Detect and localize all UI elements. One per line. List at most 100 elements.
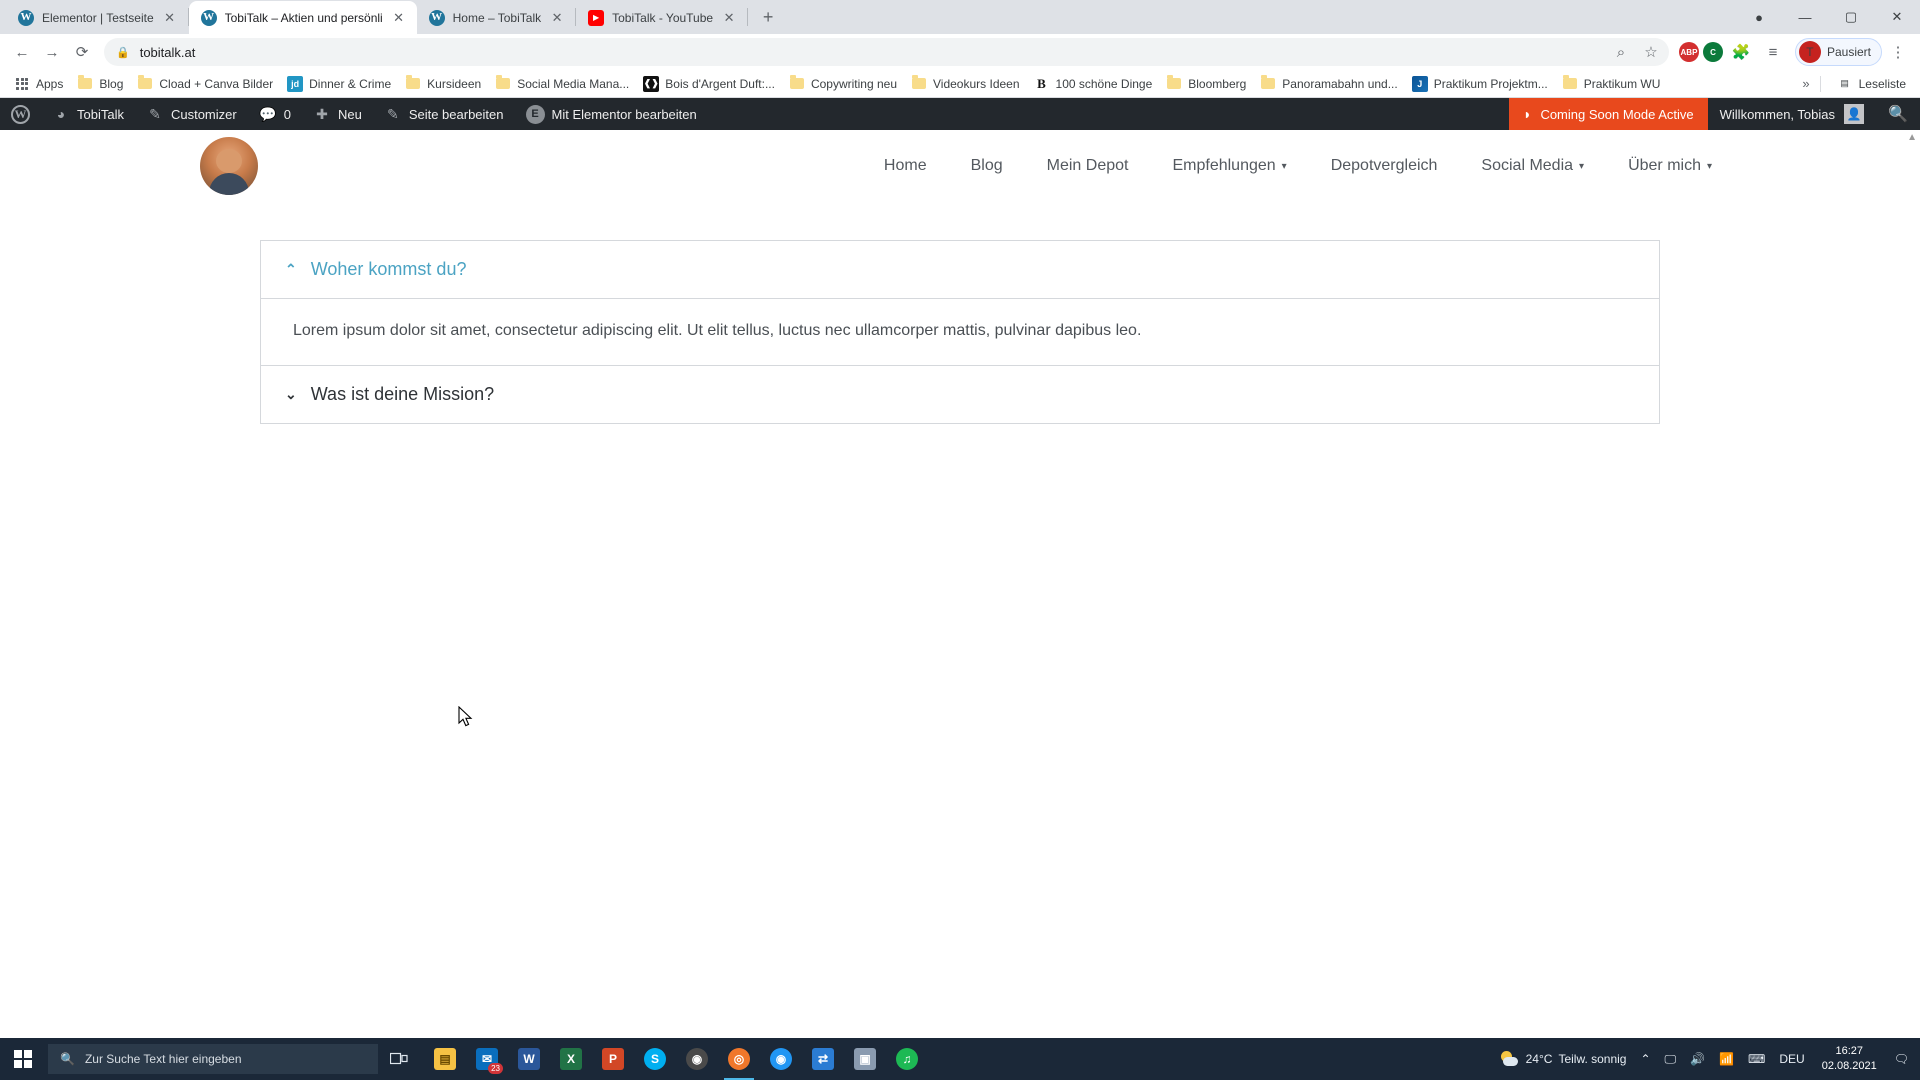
window-controls: ● — ▢ ✕: [1736, 0, 1920, 34]
weather-widget[interactable]: 24°C Teilw. sonnig: [1493, 1038, 1634, 1080]
taskbar-search-input[interactable]: 🔍 Zur Suche Text hier eingeben: [48, 1044, 378, 1074]
scrollbar-up-arrow[interactable]: ▲: [1907, 132, 1917, 143]
bookmark-item[interactable]: Social Media Mana...: [489, 73, 635, 95]
window-extra-icon[interactable]: ●: [1736, 1, 1782, 33]
accordion-item-1: ⌃ Woher kommst du? Lorem ipsum dolor sit…: [260, 240, 1660, 366]
reading-list-icon: ▤: [1840, 78, 1849, 88]
bookmark-label: Dinner & Crime: [309, 76, 392, 91]
wp-customizer-button[interactable]: ✎ Customizer: [135, 98, 248, 130]
tab-close-icon[interactable]: ✕: [549, 10, 565, 26]
search-icon[interactable]: 🔍: [1876, 98, 1920, 130]
adblock-plus-icon[interactable]: ABP: [1678, 42, 1699, 62]
windows-taskbar: 🔍 Zur Suche Text hier eingeben ▤ ✉ 23 W …: [0, 1038, 1920, 1080]
nav-item-home[interactable]: Home: [862, 157, 949, 175]
wp-logo-button[interactable]: W: [0, 98, 41, 130]
forward-button[interactable]: →: [38, 38, 66, 66]
bookmark-item[interactable]: Praktikum WU: [1556, 73, 1667, 95]
word-icon[interactable]: W: [508, 1038, 550, 1080]
profile-button[interactable]: T Pausiert: [1794, 38, 1882, 66]
bookmark-item[interactable]: Kursideen: [399, 73, 487, 95]
address-bar[interactable]: 🔒 tobitalk.at ⌕ ☆: [104, 38, 1669, 66]
playlist-icon[interactable]: ≡: [1759, 38, 1787, 66]
puzzle-extensions-icon[interactable]: 🧩: [1727, 38, 1755, 66]
browser-toolbar: ← → ⟳ 🔒 tobitalk.at ⌕ ☆ ABP C 🧩 ≡ T Paus…: [0, 34, 1920, 70]
keyboard-icon[interactable]: ⌨: [1741, 1038, 1772, 1080]
mail-icon[interactable]: ✉ 23: [466, 1038, 508, 1080]
sync-icon[interactable]: ⇄: [802, 1038, 844, 1080]
bookmark-label: Panoramabahn und...: [1282, 76, 1398, 91]
language-indicator[interactable]: DEU: [1772, 1038, 1811, 1080]
file-explorer-icon[interactable]: ▤: [424, 1038, 466, 1080]
back-button[interactable]: ←: [8, 38, 36, 66]
window-close-button[interactable]: ✕: [1874, 1, 1920, 33]
bookmark-item[interactable]: Bloomberg: [1160, 73, 1252, 95]
screen-share-icon[interactable]: 🖵: [1658, 1038, 1684, 1080]
bookmark-item[interactable]: Copywriting neu: [783, 73, 903, 95]
browser-alt-icon[interactable]: ◉: [676, 1038, 718, 1080]
site-logo-avatar[interactable]: [200, 137, 258, 195]
tray-overflow-icon[interactable]: ⌃: [1633, 1038, 1657, 1080]
tab-close-icon[interactable]: ✕: [162, 10, 178, 26]
skype-icon[interactable]: S: [634, 1038, 676, 1080]
volume-icon[interactable]: 🔊: [1683, 1038, 1712, 1080]
wp-elementor-button[interactable]: E Mit Elementor bearbeiten: [515, 98, 708, 130]
browser-tab[interactable]: W Elementor | Testseite ✕: [6, 1, 188, 34]
photos-icon[interactable]: ▣: [844, 1038, 886, 1080]
bookmark-item[interactable]: jd Dinner & Crime: [281, 73, 397, 95]
wifi-icon[interactable]: 📶: [1712, 1038, 1741, 1080]
nav-item-social-media[interactable]: Social Media ▾: [1459, 157, 1606, 175]
chrome-menu-icon[interactable]: ⋮: [1884, 38, 1912, 66]
tab-close-icon[interactable]: ✕: [721, 10, 737, 26]
chrome-icon[interactable]: ◉: [760, 1038, 802, 1080]
nav-item-depotvergleich[interactable]: Depotvergleich: [1309, 157, 1460, 175]
bookmark-item[interactable]: B 100 schöne Dinge: [1028, 73, 1159, 95]
nav-item-mein-depot[interactable]: Mein Depot: [1025, 157, 1151, 175]
window-minimize-button[interactable]: —: [1782, 1, 1828, 33]
spotify-icon[interactable]: ♫: [886, 1038, 928, 1080]
wp-edit-page-button[interactable]: ✎ Seite bearbeiten: [373, 98, 515, 130]
bookmark-label: 100 schöne Dinge: [1055, 76, 1153, 91]
bookmark-label: Bloomberg: [1188, 76, 1247, 91]
tab-close-icon[interactable]: ✕: [391, 10, 407, 26]
apps-grid-icon: [14, 76, 30, 92]
browser-tab[interactable]: ▶ TobiTalk - YouTube ✕: [576, 1, 747, 34]
chrome-canary-icon[interactable]: ◎: [718, 1038, 760, 1080]
accordion: ⌃ Woher kommst du? Lorem ipsum dolor sit…: [260, 240, 1660, 424]
task-view-icon[interactable]: [378, 1038, 420, 1080]
bookmarks-overflow-icon[interactable]: »: [1802, 76, 1809, 91]
c-extension-icon[interactable]: C: [1702, 42, 1723, 62]
bookmark-item[interactable]: Cload + Canva Bilder: [131, 73, 279, 95]
zoom-search-icon[interactable]: ⌕: [1607, 38, 1635, 66]
reading-list-button[interactable]: ▤ Leseliste: [1831, 73, 1912, 95]
browser-tab[interactable]: W Home – TobiTalk ✕: [417, 1, 576, 34]
browser-tab-active[interactable]: W TobiTalk – Aktien und persönlich ✕: [188, 1, 417, 34]
wp-comments-button[interactable]: 💬 0: [248, 98, 302, 130]
accordion-header-was-ist-deine-mission[interactable]: ⌄ Was ist deine Mission?: [261, 366, 1659, 423]
reload-button[interactable]: ⟳: [68, 38, 96, 66]
notification-icon[interactable]: 🗨: [1887, 1038, 1916, 1080]
bookmark-item[interactable]: Videokurs Ideen: [905, 73, 1026, 95]
nav-item-blog[interactable]: Blog: [949, 157, 1025, 175]
wp-site-name-button[interactable]: ◕ TobiTalk: [41, 98, 135, 130]
bookmark-item[interactable]: Panoramabahn und...: [1254, 73, 1403, 95]
wp-account-button[interactable]: Willkommen, Tobias 👤: [1708, 98, 1876, 130]
bookmark-item[interactable]: Blog: [71, 73, 129, 95]
coming-soon-badge[interactable]: ◗ Coming Soon Mode Active: [1508, 98, 1708, 130]
new-tab-button[interactable]: +: [754, 3, 782, 31]
bookmark-apps[interactable]: Apps: [8, 73, 69, 95]
star-icon[interactable]: ☆: [1637, 38, 1665, 66]
window-maximize-button[interactable]: ▢: [1828, 1, 1874, 33]
avatar: 👤: [1844, 104, 1864, 124]
bookmark-item[interactable]: ❰❱ Bois d'Argent Duft:...: [637, 73, 781, 95]
nav-item-empfehlungen[interactable]: Empfehlungen ▾: [1150, 157, 1308, 175]
bookmark-item[interactable]: J Praktikum Projektm...: [1406, 73, 1554, 95]
powerpoint-icon[interactable]: P: [592, 1038, 634, 1080]
bois-site-icon: ❰❱: [643, 75, 660, 92]
taskbar-clock[interactable]: 16:27 02.08.2021: [1812, 1038, 1887, 1080]
windows-start-icon[interactable]: [0, 1038, 46, 1080]
excel-icon[interactable]: X: [550, 1038, 592, 1080]
chevron-down-icon: ▾: [1706, 160, 1712, 172]
nav-item-ueber-mich[interactable]: Über mich ▾: [1606, 157, 1734, 175]
wp-new-button[interactable]: ✚ Neu: [302, 98, 373, 130]
accordion-header-woher-kommst-du[interactable]: ⌃ Woher kommst du?: [261, 241, 1659, 298]
